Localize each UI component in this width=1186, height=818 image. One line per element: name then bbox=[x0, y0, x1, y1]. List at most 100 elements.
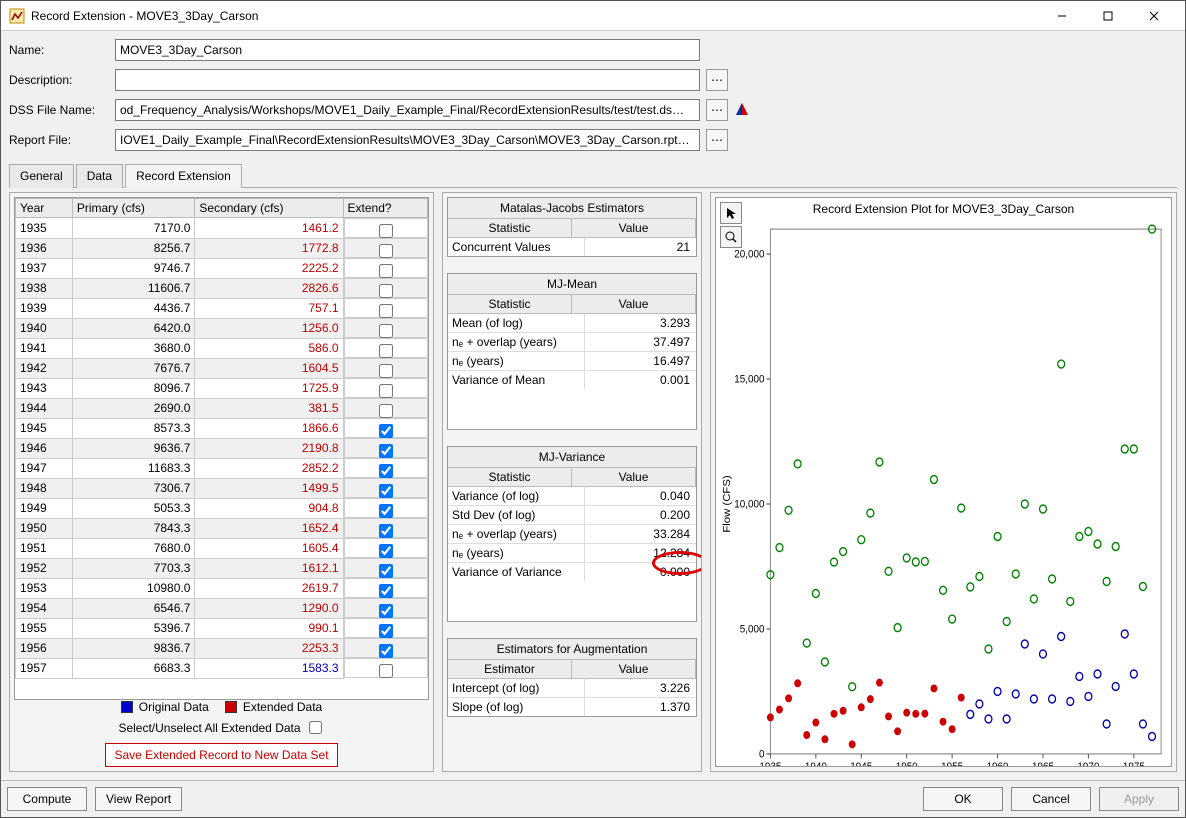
extend-checkbox[interactable] bbox=[379, 264, 393, 278]
swatch-extended bbox=[225, 701, 237, 713]
table-row[interactable]: 19394436.7757.1 bbox=[16, 298, 428, 318]
extend-checkbox[interactable] bbox=[379, 484, 393, 498]
window-title: Record Extension - MOVE3_3Day_Carson bbox=[31, 9, 1039, 23]
data-grid-wrap[interactable]: Year Primary (cfs) Secondary (cfs) Exten… bbox=[14, 197, 429, 700]
svg-text:1965: 1965 bbox=[1032, 760, 1054, 767]
view-report-button[interactable]: View Report bbox=[95, 787, 182, 811]
name-input[interactable] bbox=[115, 39, 700, 61]
table-row[interactable]: 19427676.71604.5 bbox=[16, 358, 428, 378]
extend-checkbox[interactable] bbox=[379, 224, 393, 238]
description-browse-button[interactable]: ⋯ bbox=[706, 69, 728, 91]
table-row[interactable]: 19569836.72253.3 bbox=[16, 638, 428, 658]
report-input[interactable] bbox=[115, 129, 700, 151]
dss-plot-icon[interactable] bbox=[734, 101, 750, 120]
close-button[interactable] bbox=[1131, 1, 1177, 31]
table-row[interactable]: 19406420.01256.0 bbox=[16, 318, 428, 338]
table-row[interactable]: 19495053.3904.8 bbox=[16, 498, 428, 518]
col-year[interactable]: Year bbox=[16, 199, 73, 218]
extend-checkbox[interactable] bbox=[379, 244, 393, 258]
extend-checkbox[interactable] bbox=[379, 624, 393, 638]
table-row[interactable]: 193811606.72826.6 bbox=[16, 278, 428, 298]
extend-checkbox[interactable] bbox=[379, 524, 393, 538]
extend-checkbox[interactable] bbox=[379, 604, 393, 618]
extend-checkbox[interactable] bbox=[379, 544, 393, 558]
col-secondary[interactable]: Secondary (cfs) bbox=[195, 199, 343, 218]
maximize-button[interactable] bbox=[1085, 1, 1131, 31]
extend-checkbox[interactable] bbox=[379, 404, 393, 418]
table-row[interactable]: 19458573.31866.6 bbox=[16, 418, 428, 438]
extend-checkbox[interactable] bbox=[379, 364, 393, 378]
tab-general[interactable]: General bbox=[9, 164, 74, 188]
table-row[interactable]: 19357170.01461.2 bbox=[16, 218, 428, 239]
compute-button[interactable]: Compute bbox=[7, 787, 87, 811]
extend-checkbox[interactable] bbox=[379, 584, 393, 598]
cancel-button[interactable]: Cancel bbox=[1011, 787, 1091, 811]
dss-label: DSS File Name: bbox=[9, 103, 109, 117]
stat-row: Variance of Variance0.000 bbox=[448, 563, 696, 581]
tab-record-extension[interactable]: Record Extension bbox=[125, 164, 242, 188]
save-extended-button[interactable]: Save Extended Record to New Data Set bbox=[105, 743, 337, 767]
extend-checkbox[interactable] bbox=[379, 284, 393, 298]
mj-title: Matalas-Jacobs Estimators bbox=[448, 198, 696, 219]
table-row[interactable]: 195310980.02619.7 bbox=[16, 578, 428, 598]
grid-legend: Original Data Extended Data bbox=[14, 700, 429, 714]
stat-row: Std Dev (of log)0.200 bbox=[448, 506, 696, 525]
table-row[interactable]: 19368256.71772.8 bbox=[16, 238, 428, 258]
name-label: Name: bbox=[9, 43, 109, 57]
extend-checkbox[interactable] bbox=[379, 504, 393, 518]
report-browse-button[interactable]: ⋯ bbox=[706, 129, 728, 151]
dss-input[interactable] bbox=[115, 99, 700, 121]
table-row[interactable]: 19507843.31652.4 bbox=[16, 518, 428, 538]
minimize-button[interactable] bbox=[1039, 1, 1085, 31]
svg-text:15,000: 15,000 bbox=[734, 373, 764, 386]
table-row[interactable]: 19555396.7990.1 bbox=[16, 618, 428, 638]
svg-text:10,000: 10,000 bbox=[734, 498, 764, 511]
table-row[interactable]: 19442690.0381.5 bbox=[16, 398, 428, 418]
extend-checkbox[interactable] bbox=[379, 384, 393, 398]
table-row[interactable]: 19413680.0586.0 bbox=[16, 338, 428, 358]
select-toggle-checkbox[interactable] bbox=[309, 721, 322, 734]
extend-checkbox[interactable] bbox=[379, 304, 393, 318]
app-window: Record Extension - MOVE3_3Day_Carson Nam… bbox=[0, 0, 1186, 818]
stat-row: Slope (of log)1.370 bbox=[448, 698, 696, 716]
table-row[interactable]: 19517680.01605.4 bbox=[16, 538, 428, 558]
scatter-plot[interactable]: 05,00010,00015,00020,0001935194019451950… bbox=[716, 220, 1171, 767]
tab-data[interactable]: Data bbox=[76, 164, 123, 188]
dss-browse-button[interactable]: ⋯ bbox=[706, 99, 728, 121]
extend-checkbox[interactable] bbox=[379, 344, 393, 358]
extend-checkbox[interactable] bbox=[379, 564, 393, 578]
col-extend[interactable]: Extend? bbox=[343, 199, 427, 218]
zoom-tool[interactable] bbox=[720, 226, 742, 248]
ok-button[interactable]: OK bbox=[923, 787, 1003, 811]
stat-row: Intercept (of log)3.226 bbox=[448, 679, 696, 698]
pointer-tool[interactable] bbox=[720, 202, 742, 224]
data-panel: Year Primary (cfs) Secondary (cfs) Exten… bbox=[9, 192, 434, 772]
extend-checkbox[interactable] bbox=[379, 644, 393, 658]
mjmean-title: MJ-Mean bbox=[448, 274, 696, 295]
extend-checkbox[interactable] bbox=[379, 664, 393, 678]
apply-button[interactable]: Apply bbox=[1099, 787, 1179, 811]
table-row[interactable]: 19527703.31612.1 bbox=[16, 558, 428, 578]
extend-checkbox[interactable] bbox=[379, 324, 393, 338]
stat-row: nₑ + overlap (years)33.284 bbox=[448, 525, 696, 544]
data-grid[interactable]: Year Primary (cfs) Secondary (cfs) Exten… bbox=[15, 198, 428, 679]
table-row[interactable]: 19546546.71290.0 bbox=[16, 598, 428, 618]
table-row[interactable]: 19576683.31583.3 bbox=[16, 658, 428, 678]
extend-checkbox[interactable] bbox=[379, 464, 393, 478]
extend-checkbox[interactable] bbox=[379, 444, 393, 458]
svg-text:1940: 1940 bbox=[805, 760, 827, 767]
estimators-panel: Matalas-Jacobs Estimators StatisticValue… bbox=[442, 192, 702, 772]
select-toggle-label: Select/Unselect All Extended Data bbox=[118, 721, 300, 735]
table-row[interactable]: 19438096.71725.9 bbox=[16, 378, 428, 398]
button-bar: Compute View Report OK Cancel Apply bbox=[1, 780, 1185, 817]
table-row[interactable]: 19379746.72225.2 bbox=[16, 258, 428, 278]
table-row[interactable]: 19487306.71499.5 bbox=[16, 478, 428, 498]
description-input[interactable] bbox=[115, 69, 700, 91]
extend-checkbox[interactable] bbox=[379, 424, 393, 438]
col-primary[interactable]: Primary (cfs) bbox=[72, 199, 195, 218]
chart-title: Record Extension Plot for MOVE3_3Day_Car… bbox=[716, 198, 1171, 220]
svg-text:1960: 1960 bbox=[987, 760, 1009, 767]
chart-area: Record Extension Plot for MOVE3_3Day_Car… bbox=[715, 197, 1172, 767]
table-row[interactable]: 19469636.72190.8 bbox=[16, 438, 428, 458]
table-row[interactable]: 194711683.32852.2 bbox=[16, 458, 428, 478]
